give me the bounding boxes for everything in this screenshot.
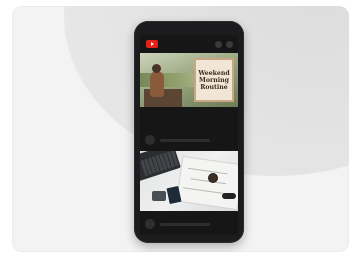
video-meta-row[interactable] [140,213,238,235]
preview-card: Weekend Morning Routine [12,6,349,252]
search-icon[interactable] [215,40,222,48]
thumbnail-title-line: Routine [200,83,228,91]
phone-mockup: Weekend Morning Routine [134,21,244,243]
video-thumbnail[interactable]: Weekend Morning Routine [140,53,238,107]
app-top-bar [140,35,238,53]
channel-avatar[interactable] [145,135,155,145]
top-bar-actions [215,40,233,48]
thumbnail-title-line: Weekend [198,69,230,77]
sunglasses-image [222,193,236,199]
thumbnail-title: Weekend Morning Routine [198,70,229,91]
trees-image [140,73,195,87]
video-meta-row[interactable] [140,129,238,151]
account-icon[interactable] [226,40,233,48]
map-image [177,157,238,209]
phone-screen: Weekend Morning Routine [140,35,238,235]
thumbnail-title-panel: Weekend Morning Routine [194,58,234,102]
video-thumbnail[interactable] [140,151,238,211]
watch-image [208,173,218,183]
channel-avatar[interactable] [145,219,155,229]
person-image [150,71,164,97]
video-title-placeholder [160,222,210,226]
youtube-logo-icon[interactable] [146,40,158,48]
camera-image [152,191,166,201]
thumbnail-title-line: Morning [199,76,229,84]
person-head-image [152,64,161,73]
video-title-placeholder [160,138,210,142]
